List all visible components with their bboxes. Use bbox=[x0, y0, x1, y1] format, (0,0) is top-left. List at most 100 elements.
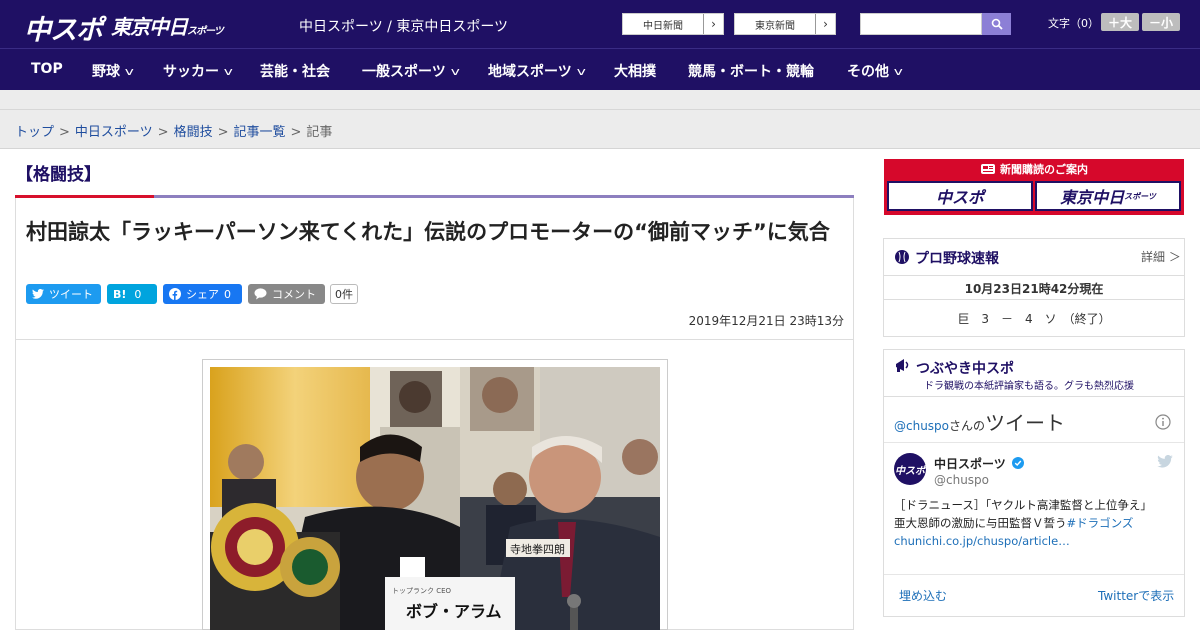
ext-link-label: 中日新聞 bbox=[643, 20, 683, 32]
nav-item-soccer[interactable]: サッカー v bbox=[163, 61, 233, 81]
nav-label: 芸能・社会 bbox=[260, 64, 330, 80]
breadcrumb-separator: > bbox=[157, 125, 169, 140]
side-sign-text: 寺地拳四朗 bbox=[510, 542, 565, 556]
banner-right-small: スポーツ bbox=[1124, 191, 1156, 201]
article-header-divider bbox=[15, 339, 854, 340]
tokyo-chunichi-subscribe-link[interactable]: 東京中日 スポーツ bbox=[1035, 181, 1181, 211]
account-name-text: 中日スポーツ bbox=[934, 457, 1006, 471]
category-label: 【格闘技】 bbox=[16, 165, 101, 185]
chevron-down-icon: v bbox=[450, 65, 460, 78]
newspaper-icon bbox=[981, 164, 995, 174]
press-conference-photo: トップランク CEO ボブ・アラム 寺地拳四朗 bbox=[210, 367, 660, 630]
nav-item-sumo[interactable]: 大相撲 bbox=[614, 61, 656, 81]
nav-label: 大相撲 bbox=[614, 64, 656, 80]
widget-divider bbox=[884, 299, 1184, 300]
baseball-scores-widget: プロ野球速報 詳細 ＞ 10月23日21時42分現在 巨 3 － 4 ソ （終了… bbox=[883, 238, 1185, 337]
font-smaller-button[interactable]: －小 bbox=[1142, 13, 1180, 31]
tweets-heading-label: ツイート bbox=[985, 411, 1066, 435]
site-title: 中日スポーツ / 東京中日スポーツ bbox=[299, 19, 509, 35]
comment-count: 0件 bbox=[330, 284, 358, 304]
chevron-down-icon: v bbox=[124, 65, 134, 78]
nav-label: サッカー bbox=[163, 64, 219, 80]
banner-left-logo: 中スポ bbox=[935, 188, 984, 207]
speech-bubble-icon bbox=[254, 288, 267, 300]
hatena-icon: B! bbox=[113, 287, 127, 301]
breadcrumb-current: 記事 bbox=[306, 125, 333, 140]
info-icon[interactable] bbox=[1155, 414, 1171, 430]
nav-item-baseball[interactable]: 野球 v bbox=[92, 61, 134, 81]
tsubuyaki-subtitle: ドラ観戦の本紙評論家も語る。グラも熱烈応援 bbox=[924, 381, 1134, 392]
tokyo-chunichi-logo[interactable]: 東京中日スポーツ bbox=[111, 11, 224, 40]
widget-divider bbox=[884, 442, 1184, 443]
breadcrumb-separator: > bbox=[59, 125, 70, 140]
comment-label: コメント bbox=[272, 288, 316, 301]
facebook-icon bbox=[169, 288, 181, 300]
tweet-text: ［ドラニュース］「ヤクルト高津監督と上位争え」 亜大恩師の激励に与田監督Ｖ誓う#… bbox=[894, 496, 1179, 550]
top-header: 中スポ 東京中日スポーツ 中日スポーツ / 東京中日スポーツ 中日新聞 › 東京… bbox=[0, 0, 1200, 48]
twitter-widget: つぶやき中スポ ドラ観戦の本紙評論家も語る。グラも熱烈応援 @chuspoさんの… bbox=[883, 349, 1185, 617]
tweet-account-name[interactable]: 中日スポーツ bbox=[934, 455, 1024, 472]
tweet-account-handle[interactable]: @chuspo bbox=[934, 473, 989, 487]
tweet-label: ツイート bbox=[49, 288, 93, 301]
tweet-url-link[interactable]: chunichi.co.jp/chuspo/article… bbox=[894, 532, 1179, 550]
embed-link[interactable]: 埋め込む bbox=[899, 587, 947, 604]
nav-item-entertainment[interactable]: 芸能・社会 bbox=[260, 61, 330, 81]
twitter-bird-icon bbox=[32, 289, 44, 299]
breadcrumb-link[interactable]: トップ bbox=[15, 125, 54, 140]
baseball-details-link[interactable]: 詳細 ＞ bbox=[1141, 248, 1181, 265]
verified-badge-icon bbox=[1011, 457, 1024, 469]
tweet-line-1: ［ドラニュース］「ヤクルト高津監督と上位争え」 bbox=[894, 498, 1152, 512]
baseball-widget-title: プロ野球速報 bbox=[915, 251, 999, 267]
nav-spacer bbox=[0, 90, 1200, 110]
nav-item-other[interactable]: その他 v bbox=[847, 61, 903, 81]
search-icon bbox=[991, 18, 1003, 30]
hatena-bookmark-button[interactable]: B! 0 bbox=[107, 284, 157, 304]
font-larger-button[interactable]: ＋大 bbox=[1101, 13, 1139, 31]
nameplate-small-text: トップランク CEO bbox=[392, 587, 452, 595]
baseball-score[interactable]: 巨 3 － 4 ソ （終了） bbox=[884, 310, 1184, 327]
facebook-label: シェア bbox=[186, 288, 219, 301]
facebook-share-button[interactable]: シェア 0 bbox=[163, 284, 242, 304]
nav-item-racing[interactable]: 競馬・ボート・競輪 bbox=[688, 61, 814, 81]
nav-item-general-sports[interactable]: 一般スポーツ v bbox=[362, 61, 460, 81]
search-input[interactable] bbox=[860, 13, 982, 35]
tweets-by-suffix: さんの bbox=[949, 419, 986, 433]
megaphone-icon bbox=[896, 359, 909, 372]
tweet-button[interactable]: ツイート bbox=[26, 284, 101, 304]
tweet-hashtag-link[interactable]: #ドラゴンズ bbox=[1067, 516, 1134, 530]
nav-item-local-sports[interactable]: 地域スポーツ v bbox=[488, 61, 586, 81]
chevron-right-icon: › bbox=[815, 14, 835, 34]
tokyo-shimbun-link[interactable]: 東京新聞 › bbox=[734, 13, 836, 35]
nameplate-text: ボブ・アラム bbox=[406, 602, 502, 621]
avatar[interactable]: 中スポ bbox=[894, 453, 926, 485]
baseball-icon bbox=[895, 250, 909, 264]
subscription-banner[interactable]: 新聞購読のご案内 中スポ 東京中日 スポーツ bbox=[884, 159, 1184, 215]
twitter-bird-icon[interactable] bbox=[1157, 455, 1173, 468]
search-button[interactable] bbox=[982, 13, 1011, 35]
hatena-count: 0 bbox=[134, 287, 142, 301]
article-date: 2019年12月21日 23時13分 bbox=[688, 314, 844, 328]
avatar-text: 中スポ bbox=[895, 465, 925, 477]
nav-label: 競馬・ボート・競輪 bbox=[688, 64, 814, 80]
chuspo-logo[interactable]: 中スポ bbox=[24, 8, 103, 47]
tweets-by-handle[interactable]: @chuspo bbox=[894, 419, 949, 433]
widget-divider bbox=[884, 275, 1184, 276]
nav-label: 野球 bbox=[92, 64, 120, 80]
chuspo-subscribe-link[interactable]: 中スポ bbox=[887, 181, 1033, 211]
article-photo[interactable]: トップランク CEO ボブ・アラム 寺地拳四朗 bbox=[210, 367, 660, 630]
nav-label: 一般スポーツ bbox=[362, 64, 446, 80]
breadcrumb-link[interactable]: 中日スポーツ bbox=[75, 125, 153, 140]
breadcrumb-link[interactable]: 記事一覧 bbox=[234, 125, 286, 140]
article-headline: 村田諒太「ラッキーパーソン来てくれた」伝説のプロモーターの“御前マッチ”に気合 bbox=[26, 220, 830, 244]
breadcrumb-link[interactable]: 格闘技 bbox=[174, 125, 213, 140]
widget-divider bbox=[884, 396, 1184, 397]
nav-label: 地域スポーツ bbox=[488, 64, 572, 80]
baseball-timestamp: 10月23日21時42分現在 bbox=[964, 282, 1104, 296]
nav-item-top[interactable]: TOP bbox=[31, 61, 63, 77]
comment-button[interactable]: コメント bbox=[248, 284, 325, 304]
banner-right-logo: 東京中日 bbox=[1060, 188, 1125, 207]
tokyo-logo-small: スポーツ bbox=[187, 26, 224, 37]
chunichi-shimbun-link[interactable]: 中日新聞 › bbox=[622, 13, 724, 35]
view-on-twitter-link[interactable]: Twitterで表示 bbox=[1098, 587, 1174, 604]
chevron-down-icon: v bbox=[576, 65, 586, 78]
